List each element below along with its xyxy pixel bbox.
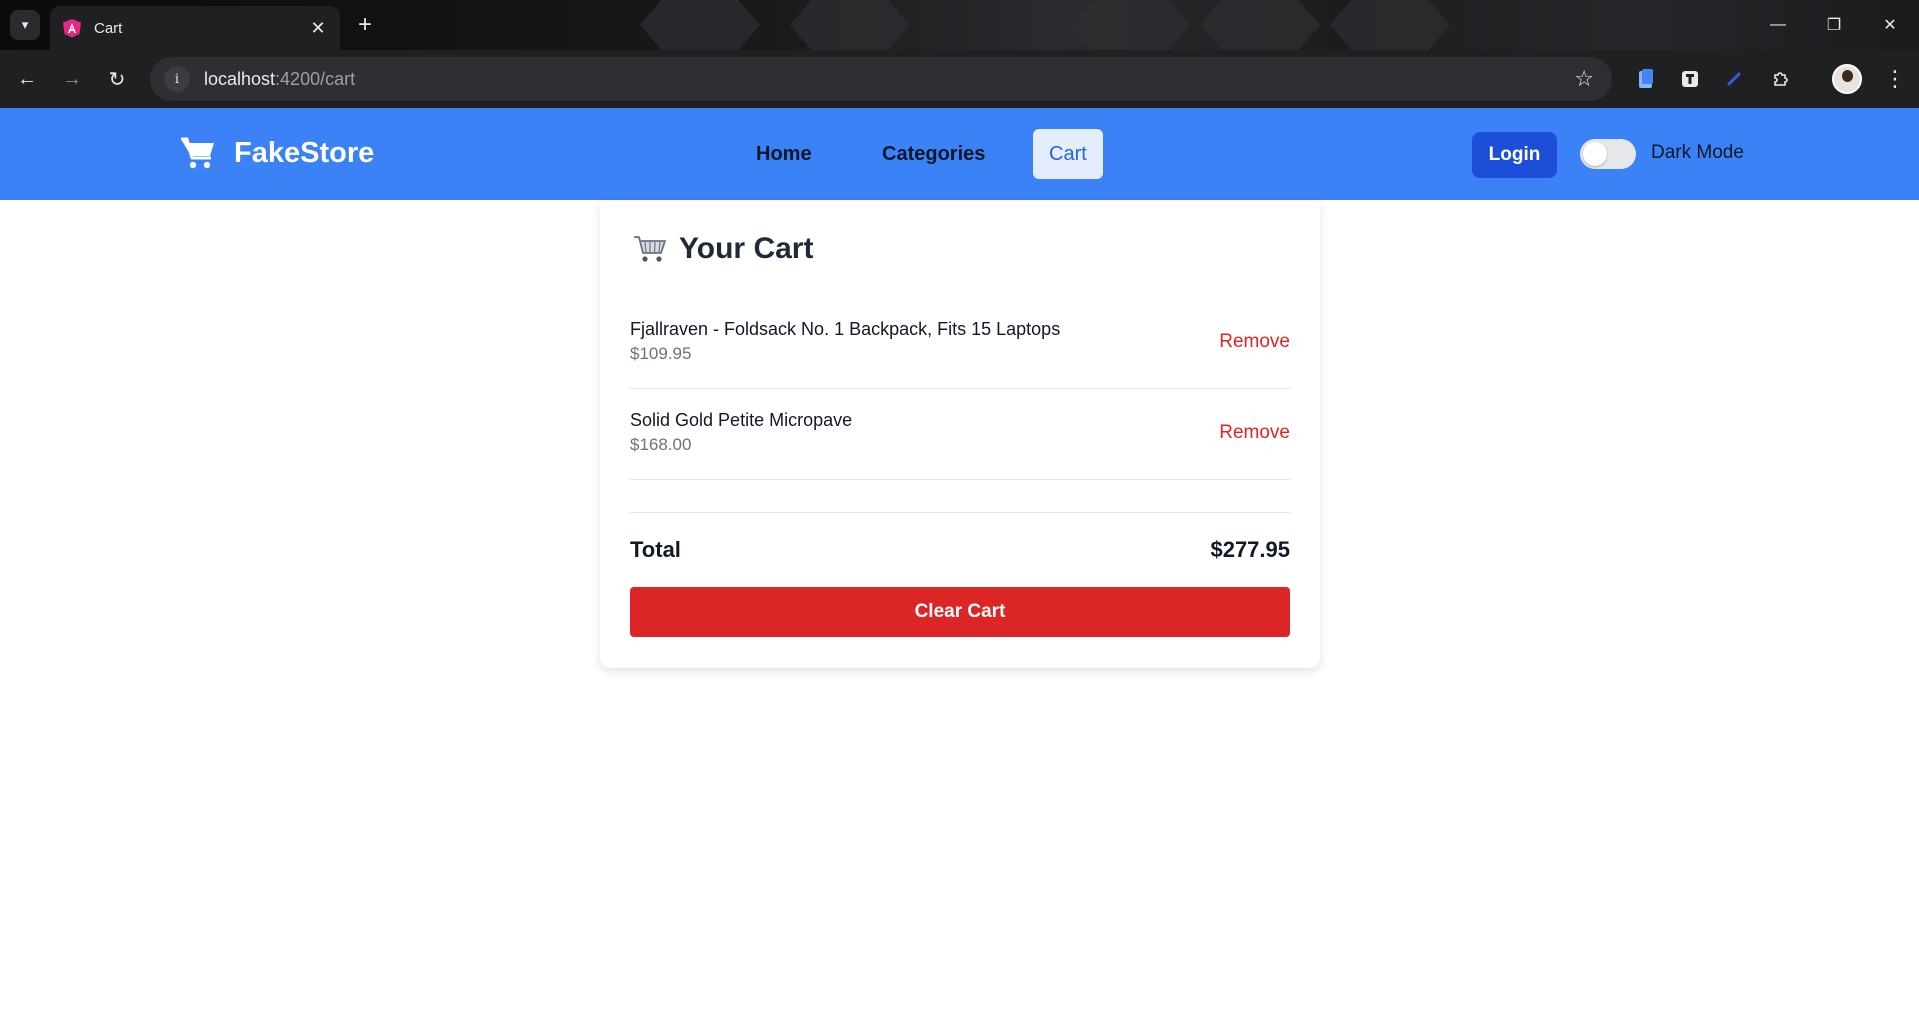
brand-name: FakeStore (234, 136, 375, 169)
total-label: Total (630, 537, 681, 562)
dark-mode-label: Dark Mode (1651, 142, 1744, 163)
shopping-cart-icon (634, 236, 666, 262)
clear-cart-button[interactable]: Clear Cart (630, 587, 1290, 637)
text-extension-icon (1682, 71, 1698, 87)
info-icon[interactable]: i (164, 66, 190, 92)
document-extension-icon (1639, 69, 1653, 88)
total-row: Total $277.95 (630, 512, 1290, 572)
close-icon[interactable]: ✕ (308, 18, 328, 39)
extension-button[interactable] (1676, 65, 1704, 93)
tab-list-button[interactable]: ▾ (10, 10, 40, 40)
background-decoration (790, 0, 910, 50)
login-button[interactable]: Login (1472, 132, 1557, 178)
minimize-icon: — (1770, 16, 1786, 33)
nav-categories[interactable]: Categories (866, 129, 1001, 179)
restore-button[interactable]: ❐ (1806, 0, 1862, 50)
dark-mode-toggle[interactable] (1580, 139, 1636, 169)
url-text[interactable]: localhost:4200/cart (204, 69, 355, 90)
new-tab-button[interactable]: + (350, 10, 380, 40)
tab-title: Cart (94, 19, 123, 37)
url-path: :4200/cart (275, 68, 356, 89)
background-decoration (640, 0, 760, 50)
forward-button[interactable]: → (55, 62, 89, 96)
chevron-down-icon: ▾ (21, 17, 29, 32)
arrow-left-icon: ← (17, 67, 37, 90)
page-title: Your Cart (679, 232, 814, 265)
browser-tab[interactable]: Cart ✕ (50, 6, 340, 50)
minimize-button[interactable]: — (1750, 0, 1806, 50)
app-navbar: FakeStore Home Categories Cart Login Dar… (0, 108, 1919, 200)
star-icon[interactable]: ☆ (1574, 66, 1594, 92)
nav-home[interactable]: Home (740, 129, 828, 179)
more-vertical-icon[interactable]: ⋮ (1880, 64, 1910, 94)
pen-extension-icon (1727, 72, 1741, 86)
back-button[interactable]: ← (10, 62, 44, 96)
arrow-right-icon: → (62, 67, 82, 90)
remove-button[interactable]: Remove (1219, 422, 1290, 444)
nav-cart[interactable]: Cart (1033, 129, 1103, 179)
extension-button[interactable] (1632, 65, 1660, 93)
profile-avatar[interactable] (1832, 64, 1862, 94)
remove-button[interactable]: Remove (1219, 331, 1290, 353)
cart-item: Fjallraven - Foldsack No. 1 Backpack, Fi… (630, 298, 1290, 389)
toggle-knob (1583, 142, 1607, 166)
extension-button[interactable] (1720, 65, 1748, 93)
extensions-button[interactable] (1767, 65, 1795, 93)
cart-item-price: $109.95 (630, 344, 692, 363)
close-window-button[interactable]: ✕ (1862, 0, 1918, 50)
background-decoration (1070, 0, 1190, 50)
background-decoration (1330, 0, 1450, 50)
total-value: $277.95 (1210, 537, 1290, 562)
plus-icon: + (357, 11, 372, 38)
restore-icon: ❐ (1826, 17, 1842, 34)
cart-header: Your Cart (633, 232, 813, 266)
url-host: localhost (204, 68, 276, 89)
reload-button[interactable]: ↻ (100, 62, 134, 96)
shopping-cart-icon (181, 137, 214, 169)
background-decoration (1200, 0, 1320, 50)
angular-icon (63, 19, 81, 38)
cart-card: Your Cart Fjallraven - Foldsack No. 1 Ba… (600, 202, 1320, 668)
cart-item-name: Fjallraven - Foldsack No. 1 Backpack, Fi… (630, 319, 1061, 339)
cart-item: Solid Gold Petite Micropave $168.00 Remo… (630, 389, 1290, 480)
puzzle-icon (1774, 72, 1788, 86)
cart-item-price: $168.00 (630, 435, 692, 454)
browser-tab-strip: ▾ Cart ✕ + — ❐ ✕ (0, 0, 1919, 50)
brand-link[interactable]: FakeStore (180, 136, 374, 170)
reload-icon: ↻ (108, 68, 126, 91)
address-bar[interactable]: i localhost:4200/cart ☆ (150, 57, 1612, 101)
browser-toolbar: ← → ↻ i localhost:4200/cart ☆ (0, 50, 1919, 108)
cart-item-name: Solid Gold Petite Micropave (630, 410, 853, 430)
close-icon: ✕ (1883, 17, 1897, 34)
